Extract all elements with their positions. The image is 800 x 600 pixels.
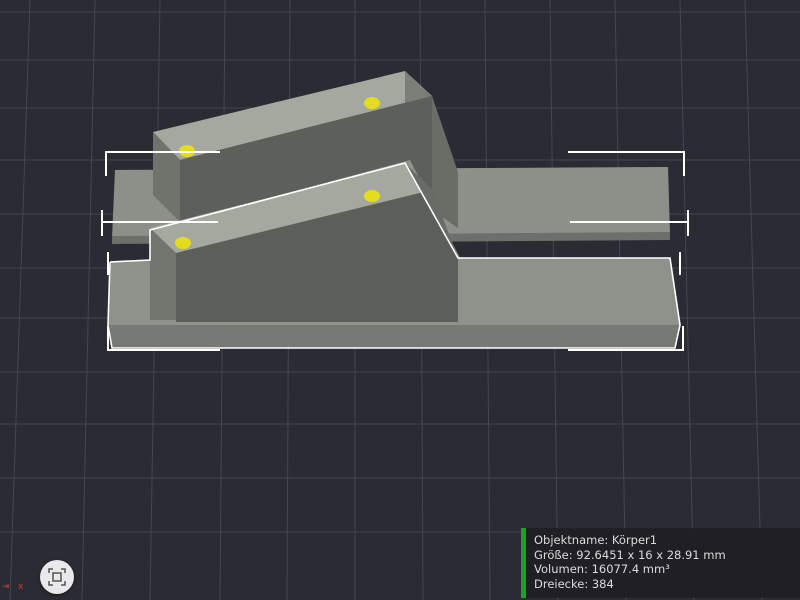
view-cube-icon — [48, 568, 66, 586]
x-axis-label: x — [18, 582, 24, 592]
view-cube-button[interactable] — [40, 560, 74, 594]
object-info-panel: Objektname: Körper1 Größe: 92.6451 x 16 … — [521, 528, 800, 598]
3d-viewport[interactable] — [0, 0, 800, 600]
object-name: Objektname: Körper1 — [534, 533, 658, 547]
marker-dot — [364, 190, 380, 202]
object-triangles: Dreiecke: 384 — [534, 576, 614, 591]
marker-dot — [175, 237, 191, 249]
marker-dot — [364, 97, 380, 109]
object-size: Größe: 92.6451 x 16 x 28.91 mm — [534, 547, 726, 562]
axis-arrow-icon: ⇥ — [2, 582, 10, 592]
object-volume: Volumen: 16077.4 mm³ — [534, 562, 670, 576]
